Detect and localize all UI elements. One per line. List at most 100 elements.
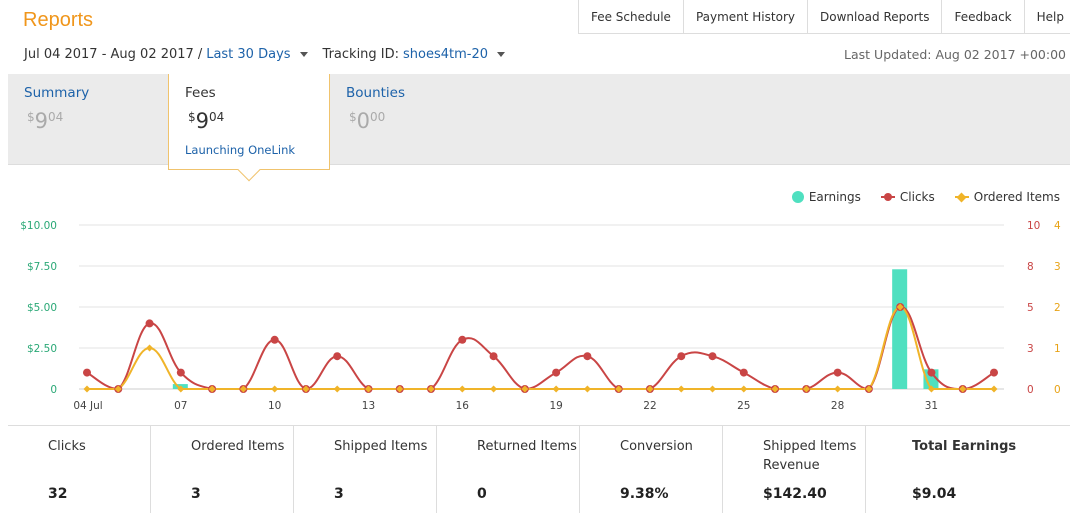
top-nav: Fee Schedule Payment History Download Re… xyxy=(577,0,1070,34)
ordered-items-point xyxy=(271,385,279,393)
stat-shipped-items-revenue: Shipped Items Revenue $142.40 xyxy=(723,426,866,513)
clicks-point xyxy=(270,335,279,344)
stat-value: $142.40 xyxy=(763,486,827,502)
payment-history-button[interactable]: Payment History xyxy=(684,0,808,33)
stat-label: Shipped Items xyxy=(334,439,428,454)
tab-bounties[interactable]: Bounties $000 xyxy=(330,74,490,165)
x-tick-label: 22 xyxy=(643,400,656,412)
ordered-items-point xyxy=(709,385,717,393)
tab-fees-label: Fees xyxy=(185,85,216,101)
feedback-button[interactable]: Feedback xyxy=(942,0,1025,33)
stat-label: Shipped Items Revenue xyxy=(763,439,857,473)
tracking-id-dropdown[interactable]: shoes4tm-20 xyxy=(403,47,488,62)
stat-value: 0 xyxy=(477,486,487,502)
clicks-point xyxy=(739,368,748,377)
stat-returned-items: Returned Items 0 xyxy=(437,426,580,513)
stat-total-earnings: Total Earnings $9.04 xyxy=(866,426,1048,513)
help-button[interactable]: Help xyxy=(1025,0,1070,33)
stat-value: 9.38% xyxy=(620,486,669,502)
x-tick-label: 10 xyxy=(268,400,281,412)
stat-label: Conversion xyxy=(620,439,693,454)
summary-stats: Clicks 32 Ordered Items 3 Shipped Items … xyxy=(8,425,1070,513)
ordered-items-point xyxy=(146,344,154,352)
y-left-tick-label: 0 xyxy=(50,384,57,396)
launching-onelink-link[interactable]: Launching OneLink xyxy=(185,143,295,157)
stat-label: Total Earnings xyxy=(912,439,1017,454)
clicks-point xyxy=(489,352,498,361)
stat-value: 32 xyxy=(48,486,68,502)
tracking-chevron-down-icon[interactable] xyxy=(497,52,506,57)
clicks-point xyxy=(145,319,154,328)
page-title: Reports xyxy=(23,9,94,31)
fee-schedule-button[interactable]: Fee Schedule xyxy=(579,0,684,33)
stat-shipped-items: Shipped Items 3 xyxy=(294,426,437,513)
stat-label: Clicks xyxy=(48,439,86,454)
clicks-point xyxy=(927,368,936,377)
last-updated: Last Updated: Aug 02 2017 +00:00 xyxy=(844,47,1066,62)
clicks-point xyxy=(83,368,91,377)
ordered-items-point xyxy=(583,385,591,393)
clicks-point xyxy=(833,368,842,377)
earnings-chart: Earnings Clicks Ordered Items 0 0 0 $2.50 3 1… xyxy=(8,165,1070,423)
x-tick-label: 25 xyxy=(737,400,750,412)
ordered-items-point xyxy=(490,385,498,393)
clicks-point xyxy=(583,352,592,361)
earnings-bar xyxy=(892,269,908,389)
date-range: Jul 04 2017 - Aug 02 2017 xyxy=(24,47,194,62)
tab-fees-value: $904 xyxy=(188,109,225,133)
tracking-id-label: Tracking ID: xyxy=(322,47,400,62)
x-tick-label: 28 xyxy=(831,400,844,412)
x-tick-label: 19 xyxy=(549,400,562,412)
ordered-items-point xyxy=(677,385,685,393)
date-separator: / xyxy=(197,47,203,62)
stat-ordered-items: Ordered Items 3 xyxy=(151,426,294,513)
y-right-clicks-tick-label: 5 xyxy=(1027,302,1034,314)
chart-plot: 0 0 0 $2.50 3 1 $5.00 5 2 $7.50 8 3 $10.00 10 4 04 Jul 0… xyxy=(20,220,1061,412)
x-tick-label: 07 xyxy=(174,400,187,412)
ordered-items-point xyxy=(990,385,998,393)
tab-summary[interactable]: Summary $904 xyxy=(8,74,168,165)
y-right-ordered-items-tick-label: 0 xyxy=(1054,384,1061,396)
ordered-items-point xyxy=(834,385,842,393)
clicks-point xyxy=(677,352,686,361)
ordered-items-point xyxy=(83,385,91,393)
stat-label: Ordered Items xyxy=(191,439,285,454)
x-tick-label: 16 xyxy=(456,400,470,412)
y-left-tick-label: $10.00 xyxy=(20,220,57,232)
clicks-point xyxy=(708,352,717,361)
stat-value: $9.04 xyxy=(912,486,957,502)
y-left-tick-label: $5.00 xyxy=(27,302,57,314)
stat-label: Returned Items xyxy=(477,439,577,454)
ordered-items-point xyxy=(552,385,560,393)
stat-conversion: Conversion 9.38% xyxy=(580,426,723,513)
y-right-ordered-items-tick-label: 3 xyxy=(1054,261,1061,273)
period-chevron-down-icon[interactable] xyxy=(299,52,308,57)
y-right-clicks-tick-label: 0 xyxy=(1027,384,1034,396)
download-reports-button[interactable]: Download Reports xyxy=(808,0,943,33)
tab-summary-label: Summary xyxy=(24,85,90,101)
ordered-items-point xyxy=(458,385,466,393)
x-tick-label: 31 xyxy=(925,400,938,412)
clicks-point xyxy=(552,368,561,377)
y-right-ordered-items-tick-label: 4 xyxy=(1054,220,1061,232)
y-right-clicks-tick-label: 8 xyxy=(1027,261,1034,273)
y-left-tick-label: $2.50 xyxy=(27,343,57,355)
ordered-items-point xyxy=(740,385,748,393)
stat-clicks: Clicks 32 xyxy=(8,426,151,513)
earnings-tabs: Summary $904 Fees $904 Launching OneLink… xyxy=(8,74,1070,182)
y-right-clicks-tick-label: 3 xyxy=(1027,343,1034,355)
tab-bounties-label: Bounties xyxy=(346,85,406,101)
tab-fees[interactable]: Fees $904 Launching OneLink xyxy=(168,74,330,182)
x-tick-label: 04 Jul xyxy=(73,400,102,412)
ordered-items-point xyxy=(333,385,341,393)
y-right-ordered-items-tick-label: 2 xyxy=(1054,302,1061,314)
period-dropdown[interactable]: Last 30 Days xyxy=(206,47,290,62)
clicks-point xyxy=(990,368,998,377)
clicks-point xyxy=(176,368,185,377)
clicks-point xyxy=(333,352,342,361)
tab-summary-value: $904 xyxy=(27,109,64,133)
stat-value: 3 xyxy=(191,486,201,502)
clicks-point xyxy=(458,335,467,344)
tab-bounties-value: $000 xyxy=(349,109,386,133)
y-left-tick-label: $7.50 xyxy=(27,261,57,273)
